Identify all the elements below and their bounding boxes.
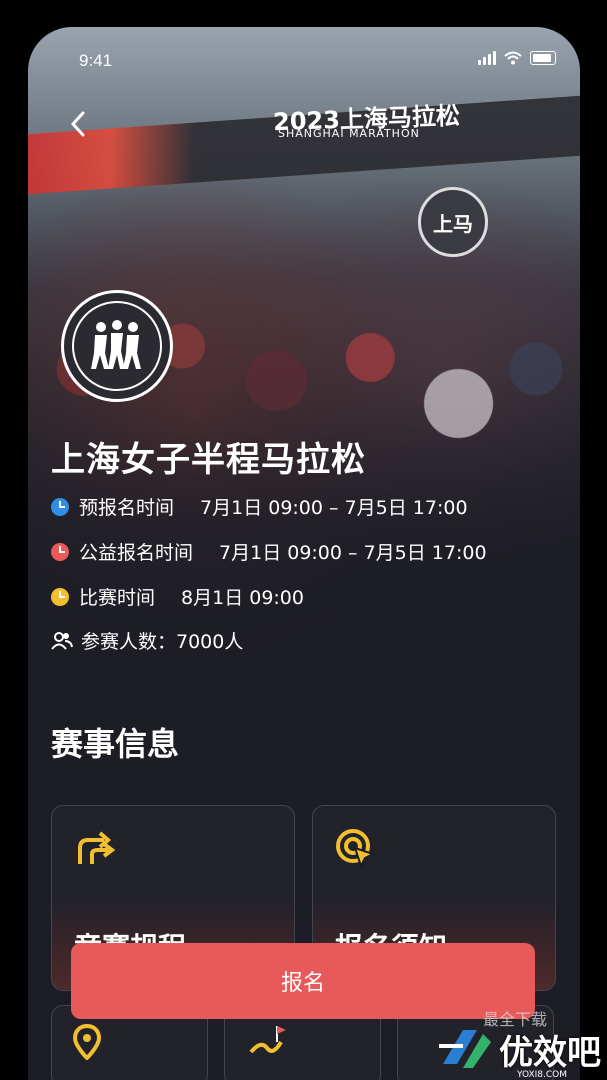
wifi-icon [504,51,522,65]
row-value: 7月1日 09:00 – 7月5日 17:00 [200,497,468,519]
watermark: 优效吧 [433,1024,601,1074]
status-time: 9:41 [79,51,113,70]
status-bar: 9:41 [28,27,580,97]
row-value: 7月1日 09:00 – 7月5日 17:00 [219,542,487,564]
route-flag-icon [249,1026,286,1054]
users-icon [51,631,73,650]
route-split-icon [74,828,116,872]
watermark-logo-icon [439,1030,491,1068]
row-label: 预报名时间 [79,497,175,519]
clock-icon [51,587,69,606]
status-icons [478,51,556,65]
charity-register-time-row: 公益报名时间 7月1日 09:00 – 7月5日 17:00 [51,538,487,565]
participants-row: 参赛人数：7000人 [51,627,243,654]
signal-icon [478,51,496,65]
watermark-domain: YOXI8.COM [516,1070,567,1080]
register-button[interactable]: 报名 [71,943,535,1019]
row-label: 比赛时间 [79,587,156,609]
participants-count: 参赛人数：7000人 [81,631,244,653]
marathon-logo [61,290,173,402]
row-value: 8月1日 09:00 [181,587,304,609]
section-title: 赛事信息 [51,725,180,763]
arch-subtext: SHANGHAI MARATHON [278,127,420,140]
watermark-brand: 优效吧 [499,1032,601,1073]
preregister-time-row: 预报名时间 7月1日 09:00 – 7月5日 17:00 [51,493,468,520]
row-label: 公益报名时间 [79,542,194,564]
clock-icon [51,542,69,561]
clock-icon [51,497,69,516]
race-time-row: 比赛时间 8月1日 09:00 [51,583,304,610]
chevron-left-icon [70,111,85,137]
location-pin-icon [72,1024,102,1060]
shanghai-sign: 上马 [418,187,488,257]
target-pointer-icon [335,828,377,874]
event-title: 上海女子半程马拉松 [51,440,366,480]
battery-icon [530,51,556,65]
phone-screen: 2023上海马拉松 SHANGHAI MARATHON 上马 9:41 上海女子… [28,27,580,1080]
back-button[interactable] [70,111,86,143]
runner-logo-icon [72,301,162,391]
